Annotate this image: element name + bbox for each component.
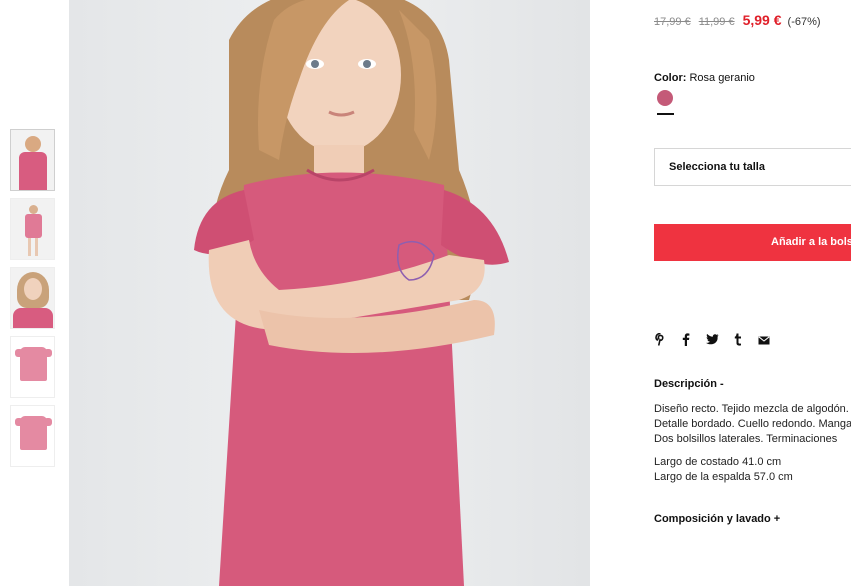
twitter-icon[interactable]: [706, 333, 719, 348]
composition-toggle[interactable]: Composición y lavado +: [654, 513, 780, 525]
swatch-selected-indicator: [657, 113, 674, 115]
size-selector-label: Selecciona tu talla: [669, 161, 765, 173]
original-price-2: 11,99 €: [698, 16, 735, 28]
size-selector[interactable]: Selecciona tu talla: [654, 148, 851, 186]
description-line-1: Diseño recto. Tejido mezcla de algodón.: [654, 403, 849, 415]
thumbnail-1[interactable]: [10, 129, 55, 191]
product-photo-illustration: [194, 0, 509, 586]
measure-back-length: Largo de la espalda 57.0 cm: [654, 471, 793, 483]
product-main-image[interactable]: [69, 0, 590, 586]
color-value: Rosa geranio: [689, 72, 755, 84]
thumbnail-5[interactable]: [10, 405, 55, 467]
description-body: Diseño recto. Tejido mezcla de algodón. …: [654, 402, 851, 485]
price-row: 17,99 € 11,99 € 5,99 € (-67%): [654, 12, 821, 28]
thumbnail-2[interactable]: [10, 198, 55, 260]
thumbnail-4[interactable]: [10, 336, 55, 398]
color-label: Color: Rosa geranio: [654, 72, 755, 84]
facebook-icon[interactable]: [680, 333, 692, 349]
sale-price: 5,99 €: [742, 12, 782, 28]
pinterest-icon[interactable]: [654, 332, 666, 349]
original-price-1: 17,99 €: [654, 16, 691, 28]
thumbnail-list: [10, 129, 55, 474]
product-info-panel: 17,99 € 11,99 € 5,99 € (-67%) Color: Rosa g…: [654, 0, 851, 586]
share-icons: [654, 332, 770, 349]
mail-icon[interactable]: [758, 334, 770, 348]
thumbnail-3[interactable]: [10, 267, 55, 329]
add-to-bag-label: Añadir a la bolsa: [771, 236, 851, 248]
color-label-key: Color:: [654, 72, 687, 84]
tumblr-icon[interactable]: [732, 333, 744, 349]
description-line-2: Detalle bordado. Cuello redondo. Mangas: [654, 418, 851, 430]
description-line-3: Dos bolsillos laterales. Terminaciones: [654, 433, 838, 445]
add-to-bag-button[interactable]: Añadir a la bolsa: [654, 224, 851, 261]
description-toggle[interactable]: Descripción -: [654, 378, 724, 390]
color-swatch-rosa-geranio[interactable]: [657, 90, 673, 106]
measure-side-length: Largo de costado 41.0 cm: [654, 456, 782, 468]
discount-percent: (-67%): [787, 16, 821, 28]
